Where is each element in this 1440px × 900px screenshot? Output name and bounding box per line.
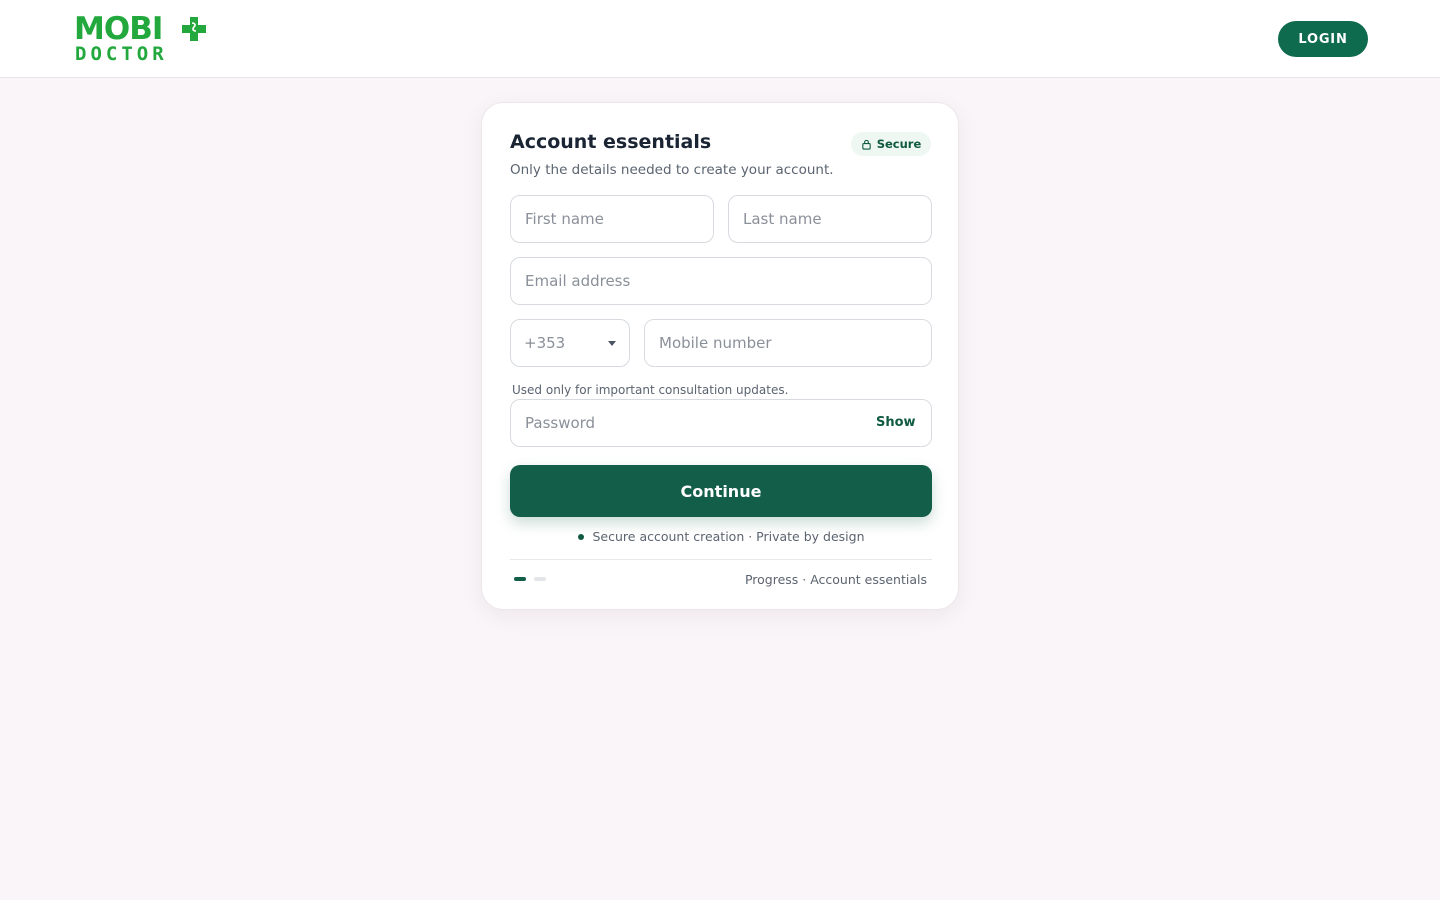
card-title: Account essentials <box>510 131 712 153</box>
login-button[interactable]: LOGIN <box>1278 21 1368 57</box>
password-input[interactable] <box>510 399 932 447</box>
chevron-down-icon <box>608 341 616 346</box>
signup-card: Account essentials Secure Only the detai… <box>481 102 959 610</box>
country-code-value: +353 <box>524 334 566 352</box>
secure-badge: Secure <box>851 132 931 156</box>
lock-icon <box>862 139 871 150</box>
progress-label: Progress · Account essentials <box>744 572 927 587</box>
top-bar: MOBI DOCTOR LOGIN <box>0 0 1440 78</box>
status-dot-icon <box>577 533 584 540</box>
trust-note: Secure account creation · Private by des… <box>482 529 960 544</box>
trust-note-text: Secure account creation · Private by des… <box>592 529 865 544</box>
medical-cross-icon <box>182 17 206 41</box>
mobile-helper-text: Used only for important consultation upd… <box>512 383 789 397</box>
logo-text-doctor: DOCTOR <box>75 43 168 65</box>
progress-step-1 <box>514 577 526 581</box>
last-name-input[interactable] <box>728 195 932 243</box>
divider <box>510 559 932 560</box>
logo-text-mobi: MOBI <box>74 11 163 47</box>
continue-button[interactable]: Continue <box>510 465 932 517</box>
first-name-input[interactable] <box>510 195 714 243</box>
progress-step-2 <box>534 577 546 581</box>
mobile-number-input[interactable] <box>644 319 932 367</box>
mobidoctor-logo[interactable]: MOBI DOCTOR <box>74 14 208 64</box>
show-password-button[interactable]: Show <box>876 415 916 430</box>
country-code-select[interactable]: +353 <box>510 319 630 367</box>
card-subtitle: Only the details needed to create your a… <box>510 162 834 178</box>
secure-badge-label: Secure <box>876 137 922 151</box>
email-input[interactable] <box>510 257 932 305</box>
